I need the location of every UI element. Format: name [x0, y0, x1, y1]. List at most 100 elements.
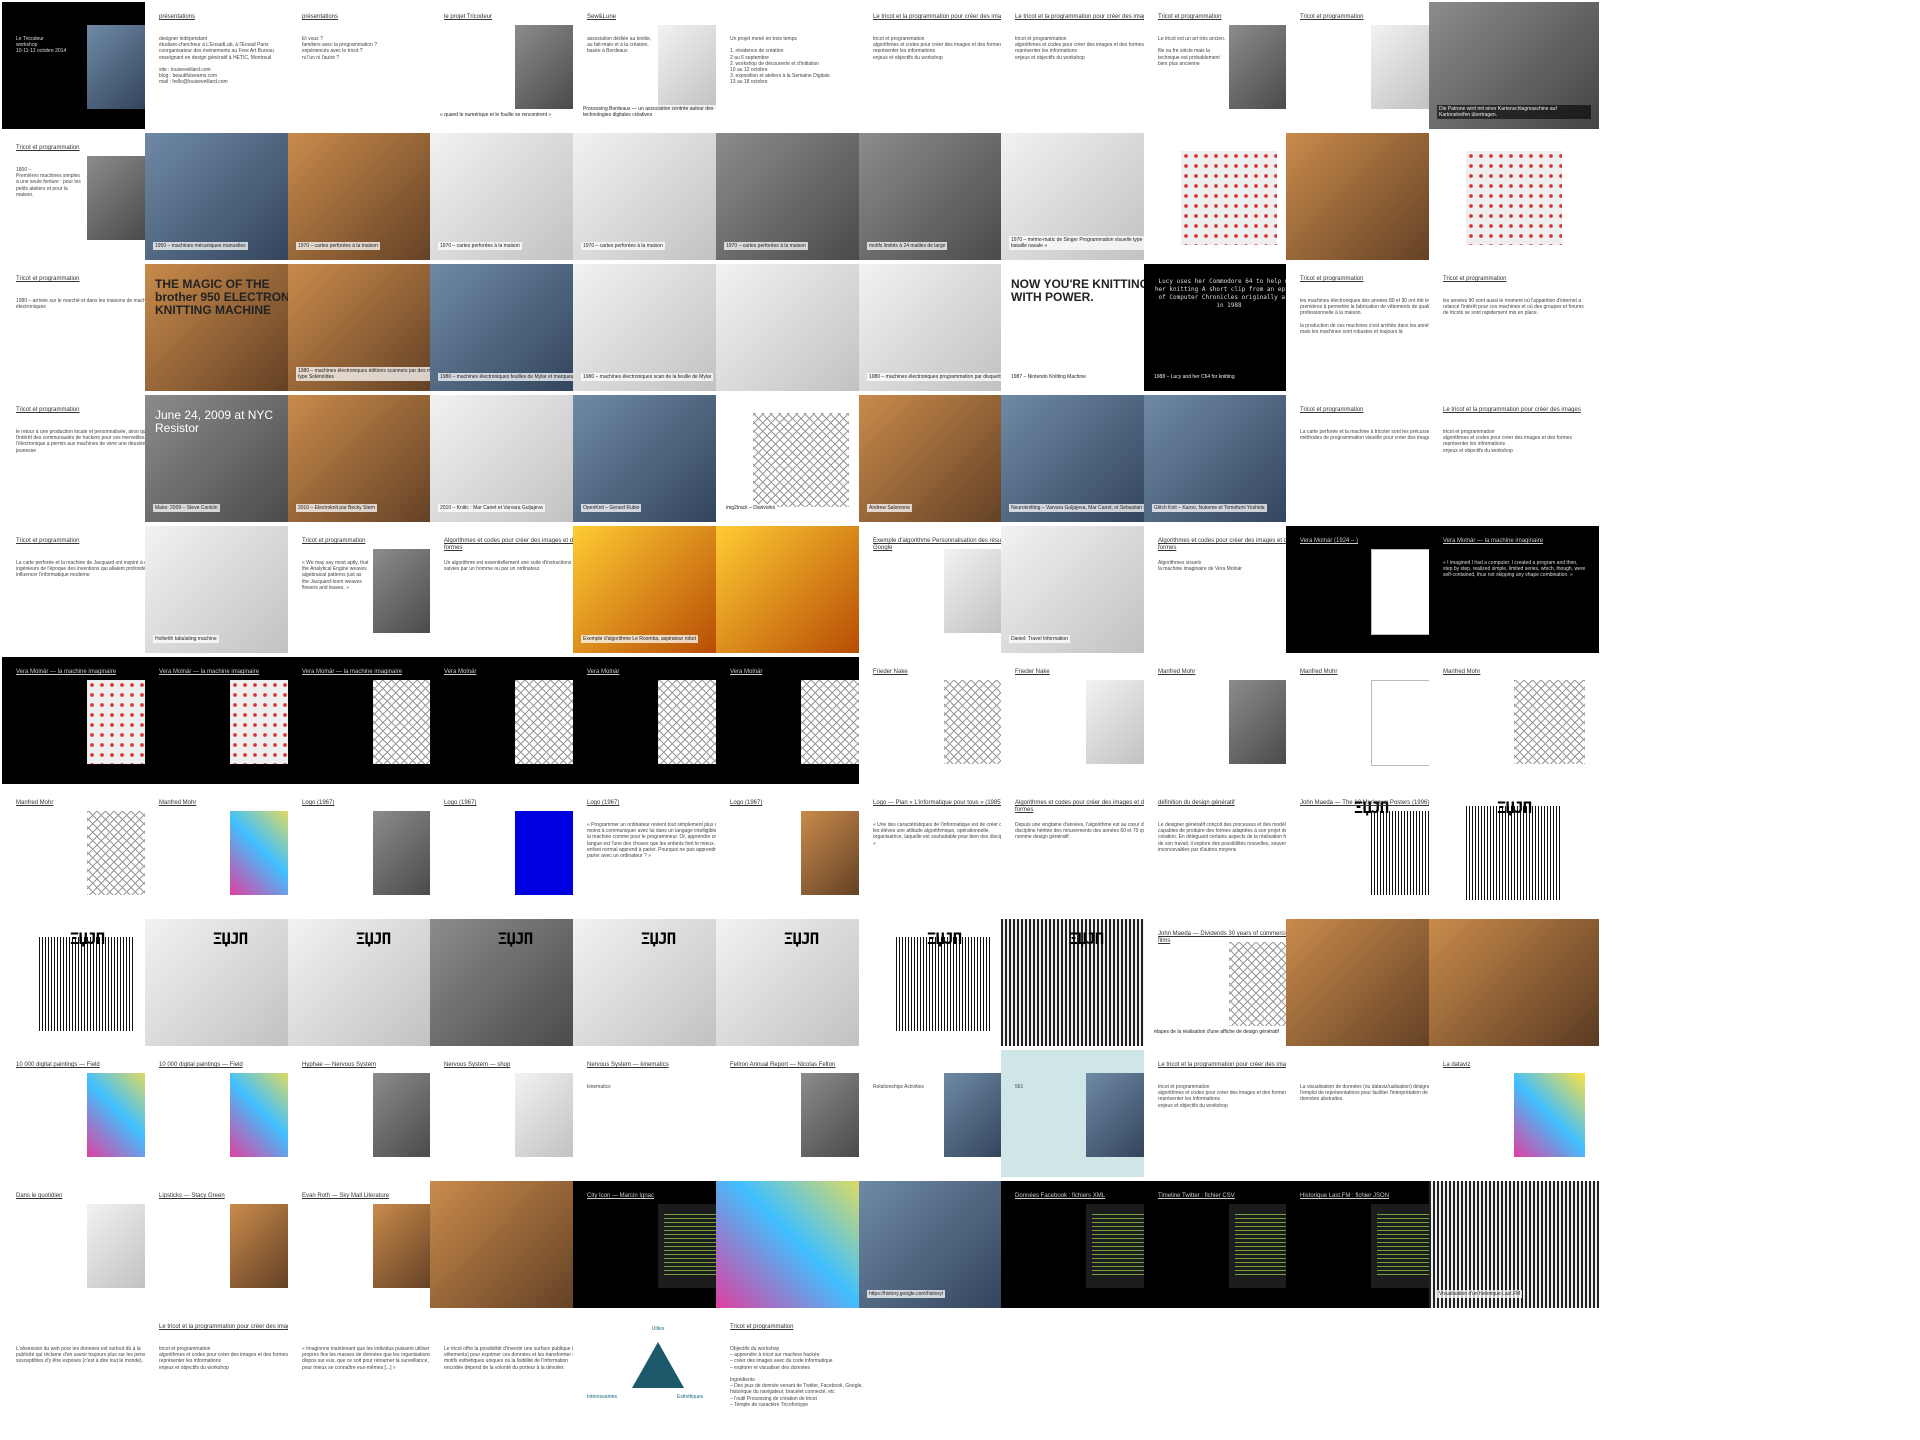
slide-title: La dataviz: [1443, 1062, 1471, 1068]
slide-body-text: L'obsession du web pour les données est …: [16, 1346, 158, 1365]
slide-body-text: tricot et programmation algorithmes et c…: [873, 36, 1002, 61]
slide-caption: Visualisation d'un historique Last.FM: [1437, 1290, 1523, 1298]
slide-caption: Hollerith tabulating machine: [153, 635, 219, 643]
slide-title: Vera Molnár — la machine imaginaire: [16, 669, 117, 675]
poster-logo-mark: ΞЏJΠ: [69, 929, 106, 948]
slide-title: Manfred Mohr: [1300, 669, 1338, 675]
slide-title: Logo (1967): [730, 800, 763, 806]
slide-title: Logo (1967): [444, 800, 477, 806]
slide-title: Hyphae — Nervous System: [302, 1062, 377, 1068]
poster-logo-mark: ΞЏJΠ: [926, 929, 963, 948]
slide-thumbnail[interactable]: Le tricot et la programmation pour créer…: [1429, 395, 1599, 522]
slide-body-text: 1800 – Premières machines simples à une …: [16, 167, 81, 198]
slide-caption: 1988 – Lucy and her C64 for knitting: [1152, 373, 1237, 381]
slide-title: Le tricot et la programmation pour créer…: [873, 14, 1011, 20]
slide-title: présentations: [159, 14, 196, 20]
slide-caption: Daniel: Travel Information: [1009, 635, 1070, 643]
slide-title: Tricot et programmation: [730, 1324, 794, 1330]
slide-body-text: Le tricot est un art très ancien. file o…: [1158, 36, 1226, 67]
slide-caption: Glitch Knit – Karoo, Nukeme et Tomofumi …: [1152, 504, 1267, 512]
slide-title: City Icon — Marcin Ignac: [587, 1193, 655, 1199]
slide-image: [1514, 679, 1586, 764]
slide-title: Frieder Nake: [873, 669, 908, 675]
slide-body-text: Le tricot offre la possibilité d'investi…: [444, 1346, 580, 1371]
slide-caption: 1970 – cartes perforées à la maison: [296, 242, 380, 250]
slide-title: Le tricot et la programmation pour créer…: [159, 1324, 297, 1330]
slide-thumbnail[interactable]: Tricot et programmation Objectifs du work…: [716, 1312, 886, 1439]
slide-caption: 1970 – cartes perforées à la maison: [438, 242, 522, 250]
slide-thumbnail[interactable]: Vera Molnár — la machine imaginaire « I i…: [1429, 526, 1599, 653]
slide-title: Manfred Mohr: [16, 800, 54, 806]
slide-thumbnail[interactable]: ΞЏJΠ: [1429, 788, 1599, 915]
slide-title: Tricot et programmation: [16, 538, 80, 544]
slide-body-text: Relationships Activities: [873, 1084, 924, 1090]
slide-title: Manfred Mohr: [1158, 669, 1196, 675]
slide-body-text: tricot et programmation algorithmes et c…: [159, 1346, 288, 1371]
slide-title: Tricot et programmation: [16, 407, 80, 413]
poster-logo-mark: ΞЏJΠ: [497, 929, 534, 948]
slide-image: [39, 936, 135, 1031]
slide-caption: « quand le numérique et le fouille se re…: [438, 111, 554, 119]
slide-title: Vera Molnár: [444, 669, 477, 675]
slide-caption: 1987 – Nintendo Knitting Machine: [1009, 373, 1089, 381]
slide-title: Nervous System — shop: [444, 1062, 511, 1068]
slide-body-text: La carte perforée et la machine à tricot…: [1300, 429, 1444, 442]
slide-caption: Die Patrone wird mit einer Kartenschlagm…: [1437, 105, 1591, 119]
slide-body-text: 561: [1015, 1084, 1024, 1090]
slide-body-text: La carte perforée et la machine de Jacqu…: [16, 560, 158, 579]
slide-title: Manfred Mohr: [159, 800, 197, 806]
slide-title: Vera Molnár — la machine imaginaire: [1443, 538, 1544, 544]
slide-thumbnail[interactable]: Tricot et programmation les années 90 son…: [1429, 264, 1599, 391]
slide-thumbnail[interactable]: [1429, 919, 1599, 1046]
slide-title: le projet Tricodeur: [444, 14, 493, 20]
slide-body-text: les machines électroniques des années 80…: [1300, 298, 1441, 336]
slide-caption: Make: 2009 – Steve Conklin: [153, 504, 220, 512]
slide-body-text: « I imagined I had a computer. I created…: [1443, 560, 1586, 579]
slide-headline: NOW YOU'RE KNITTING WITH POWER.: [1011, 277, 1149, 304]
slide-body-text: Le Tricodeur workshop 10-11-12 octobre 2…: [16, 36, 67, 55]
slide-caption: Neuroknitting – Varvara Guljajeva, Mar C…: [1009, 504, 1161, 512]
slide-caption: 1950 – machines mécaniques manuelles: [153, 242, 248, 250]
slide-thumbnail[interactable]: La dataviz: [1429, 1050, 1599, 1177]
slide-thumbnail[interactable]: [1429, 133, 1599, 260]
slide-title: Vera Molnár (1924 – ): [1300, 538, 1359, 544]
slide-image: [1466, 805, 1562, 900]
slide-caption: 1980 – machines électroniques scan de la…: [581, 373, 714, 381]
slide-title: Tricot et programmation: [1158, 14, 1222, 20]
slide-title: Evan Roth — Sky Mall Literature: [302, 1193, 390, 1199]
slide-body-text: Et vous ? familiers avec la programmatio…: [302, 36, 378, 61]
slide-body-text: Un projet mené en trois temps 1. résiden…: [730, 36, 830, 86]
slide-thumbnail[interactable]: Die Patrone wird mit einer Kartenschlagm…: [1429, 2, 1599, 129]
slide-body-text: « Imaginons maintenant que les individus…: [302, 1346, 446, 1371]
slide-image: [1514, 1072, 1586, 1157]
slide-title: Logo (1967): [587, 800, 620, 806]
slide-title: Tricot et programmation: [16, 276, 80, 282]
slide-title: Tricot et programmation: [1300, 14, 1364, 20]
slide-thumbnail[interactable]: Manfred Mohr: [1429, 657, 1599, 784]
slide-body-text: Algorithmes visuels la machine imaginair…: [1158, 560, 1242, 573]
slide-title: Données Facebook : fichiers XML: [1015, 1193, 1106, 1199]
slide-title: Lipsticks — Stacy Green: [159, 1193, 225, 1199]
slide-image: [1429, 1181, 1599, 1308]
slide-body-text: tricot et programmation algorithmes et c…: [1158, 1084, 1287, 1109]
slide-headline: Lucy uses her Commodore 64 to help with …: [1154, 278, 1304, 309]
slide-contact-sheet: Le Tricodeur workshop 10-11-12 octobre 2…: [0, 0, 1920, 1440]
slide-body-text: association dédiée au textile, au fait-m…: [587, 36, 652, 55]
slide-caption: img2track – Davivorks: [724, 504, 778, 512]
slide-body-text: Depuis une vingtaine d'années, l'algorit…: [1015, 822, 1153, 841]
slide-title: John Maeda — Dividends 30 years of comme…: [1158, 931, 1291, 944]
poster-logo-mark: ΞЏJΠ: [1068, 929, 1105, 948]
poster-logo-mark: ΞЏJΠ: [640, 929, 677, 948]
slide-thumbnail[interactable]: Visualisation d'un historique Last.FM: [1429, 1181, 1599, 1308]
slide-title: Vera Molnár — la machine imaginaire: [159, 669, 260, 675]
slide-title: Vera Molnár: [587, 669, 620, 675]
slide-title: Tricot et programmation: [1300, 407, 1364, 413]
slide-caption: Processing Bordeaux — un association cen…: [581, 105, 735, 119]
slide-title: présentations: [302, 14, 339, 20]
slide-body-text: tricot et programmation algorithmes et c…: [1015, 36, 1144, 61]
slide-caption: 1970 – cartes perforées à la maison: [724, 242, 808, 250]
slide-body-text: « We may say most aptly, that the Analyt…: [302, 560, 369, 591]
poster-logo-mark: ΞЏJΠ: [355, 929, 392, 948]
poster-logo-mark: ΞЏJΠ: [212, 929, 249, 948]
slide-body-text: « Une des caractéristiques de l'informat…: [873, 822, 1015, 847]
